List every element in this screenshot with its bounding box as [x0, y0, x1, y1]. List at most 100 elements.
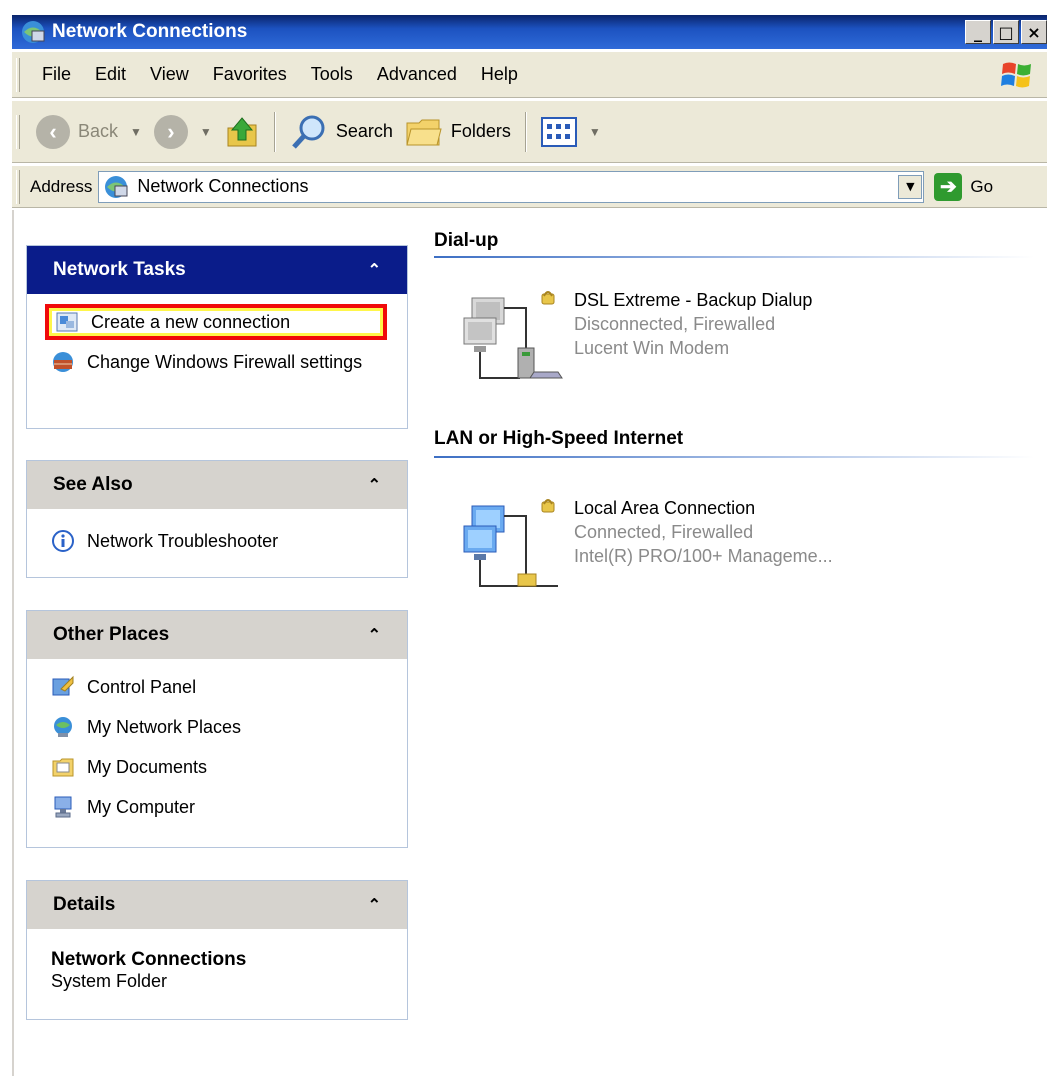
go-button[interactable]: ➔ Go — [934, 172, 994, 201]
menu-edit[interactable]: Edit — [83, 64, 138, 85]
windows-logo-icon — [1001, 62, 1031, 88]
views-dropdown-icon[interactable]: ▼ — [589, 125, 601, 139]
connection-status: Disconnected, Firewalled — [574, 314, 776, 334]
network-tasks-header[interactable]: Network Tasks ⌃ — [27, 246, 407, 294]
maximize-button[interactable]: □ — [993, 20, 1019, 44]
network-tasks-panel: Network Tasks ⌃ Create a new connection … — [26, 245, 408, 429]
connection-dialup[interactable]: DSL Extreme - Backup Dialup Disconnected… — [462, 288, 812, 382]
firewall-icon — [53, 352, 73, 372]
details-type: System Folder — [51, 971, 168, 991]
my-documents-link[interactable]: My Documents — [51, 755, 387, 779]
group-divider — [434, 256, 1034, 258]
up-folder-icon — [227, 116, 257, 146]
toolbar-grip[interactable] — [16, 114, 20, 149]
back-button[interactable]: ‹ Back ▼ — [30, 114, 148, 149]
menu-view[interactable]: View — [138, 64, 201, 85]
connection-status: Connected, Firewalled — [574, 522, 754, 542]
computer-icon — [54, 796, 72, 818]
other-places-panel: Other Places ⌃ Control Panel My Network … — [26, 610, 408, 848]
collapse-icon[interactable]: ⌃ — [368, 260, 381, 280]
address-bar: Address Network Connections ▼ ➔ Go — [12, 166, 1047, 208]
lan-connection-icon — [463, 499, 558, 587]
place-label: My Documents — [87, 757, 208, 777]
create-new-connection-link[interactable]: Create a new connection — [45, 304, 387, 340]
forward-arrow-icon: › — [153, 114, 188, 149]
toolbar-separator — [273, 111, 276, 152]
views-icon — [540, 116, 577, 147]
minimize-button[interactable]: _ — [965, 20, 991, 44]
my-network-places-link[interactable]: My Network Places — [51, 715, 387, 739]
place-label: My Computer — [87, 797, 196, 817]
control-panel-link[interactable]: Control Panel — [51, 675, 387, 699]
see-also-body: Network Troubleshooter — [27, 509, 407, 577]
window-controls: _ □ × — [965, 20, 1047, 44]
group-header-lan: LAN or High-Speed Internet — [434, 428, 684, 449]
search-label: Search — [335, 121, 393, 141]
details-body: Network Connections System Folder — [27, 929, 407, 1006]
control-panel-icon — [52, 675, 74, 696]
menu-grip[interactable] — [16, 57, 20, 92]
forward-dropdown-icon[interactable]: ▼ — [200, 125, 212, 139]
address-grip[interactable] — [16, 169, 20, 204]
collapse-icon[interactable]: ⌃ — [368, 475, 381, 495]
details-name: Network Connections — [51, 949, 247, 970]
dialup-connection-icon — [463, 291, 563, 379]
panel-title: See Also — [53, 474, 133, 495]
go-label: Go — [970, 176, 994, 196]
menu-file[interactable]: File — [30, 64, 83, 85]
collapse-icon[interactable]: ⌃ — [368, 895, 381, 915]
network-connections-icon — [105, 175, 128, 198]
back-arrow-icon: ‹ — [36, 114, 70, 149]
task-label: Change Windows Firewall settings — [87, 352, 363, 372]
network-connections-icon — [22, 21, 45, 43]
connection-details: DSL Extreme - Backup Dialup Disconnected… — [574, 288, 812, 382]
menu-bar: File Edit View Favorites Tools Advanced … — [12, 52, 1047, 98]
menu-favorites[interactable]: Favorites — [201, 64, 299, 85]
address-value: Network Connections — [137, 176, 309, 196]
connection-device: Intel(R) PRO/100+ Manageme... — [574, 546, 833, 566]
see-also-panel: See Also ⌃ Network Troubleshooter — [26, 460, 408, 578]
info-icon — [52, 530, 74, 552]
change-firewall-settings-link[interactable]: Change Windows Firewall settings — [51, 350, 387, 374]
forward-button[interactable]: › ▼ — [148, 114, 218, 149]
see-also-header[interactable]: See Also ⌃ — [27, 461, 407, 509]
toolbar: ‹ Back ▼ › ▼ Search Folders ▼ — [12, 101, 1047, 163]
connection-name: Local Area Connection — [574, 498, 756, 518]
views-button[interactable]: ▼ — [535, 116, 607, 147]
title-bar: Network Connections _ □ × — [12, 15, 1047, 49]
search-button[interactable]: Search — [284, 113, 399, 151]
other-places-body: Control Panel My Network Places My Docum… — [27, 659, 407, 843]
search-icon — [291, 115, 325, 149]
panel-title: Network Tasks — [53, 259, 186, 280]
other-places-header[interactable]: Other Places ⌃ — [27, 611, 407, 659]
back-dropdown-icon[interactable]: ▼ — [130, 125, 142, 139]
menu-help[interactable]: Help — [469, 64, 530, 85]
connection-device: Lucent Win Modem — [574, 338, 730, 358]
documents-icon — [52, 758, 74, 777]
network-tasks-body: Create a new connection Change Windows F… — [27, 294, 407, 398]
window-title: Network Connections — [52, 21, 248, 42]
menu-advanced[interactable]: Advanced — [365, 64, 469, 85]
address-dropdown-button[interactable]: ▼ — [898, 174, 923, 199]
menu-tools[interactable]: Tools — [299, 64, 365, 85]
group-divider — [434, 456, 1034, 458]
connection-lan[interactable]: Local Area Connection Connected, Firewal… — [462, 496, 833, 590]
panel-title: Details — [53, 894, 116, 915]
up-folder-button[interactable] — [218, 114, 266, 150]
place-label: Control Panel — [87, 677, 197, 697]
task-label: Create a new connection — [91, 312, 291, 332]
group-header-dialup: Dial-up — [434, 230, 499, 251]
close-button[interactable]: × — [1021, 20, 1047, 44]
place-label: My Network Places — [87, 717, 242, 737]
details-panel: Details ⌃ Network Connections System Fol… — [26, 880, 408, 1020]
address-label: Address — [30, 176, 93, 196]
new-connection-icon — [56, 312, 78, 332]
go-arrow-icon: ➔ — [934, 172, 963, 201]
folders-button[interactable]: Folders — [399, 115, 517, 149]
address-input[interactable]: Network Connections ▼ — [98, 170, 925, 203]
task-label: Network Troubleshooter — [87, 531, 279, 551]
my-computer-link[interactable]: My Computer — [51, 795, 387, 819]
details-header[interactable]: Details ⌃ — [27, 881, 407, 929]
collapse-icon[interactable]: ⌃ — [368, 625, 381, 645]
network-troubleshooter-link[interactable]: Network Troubleshooter — [51, 529, 387, 553]
